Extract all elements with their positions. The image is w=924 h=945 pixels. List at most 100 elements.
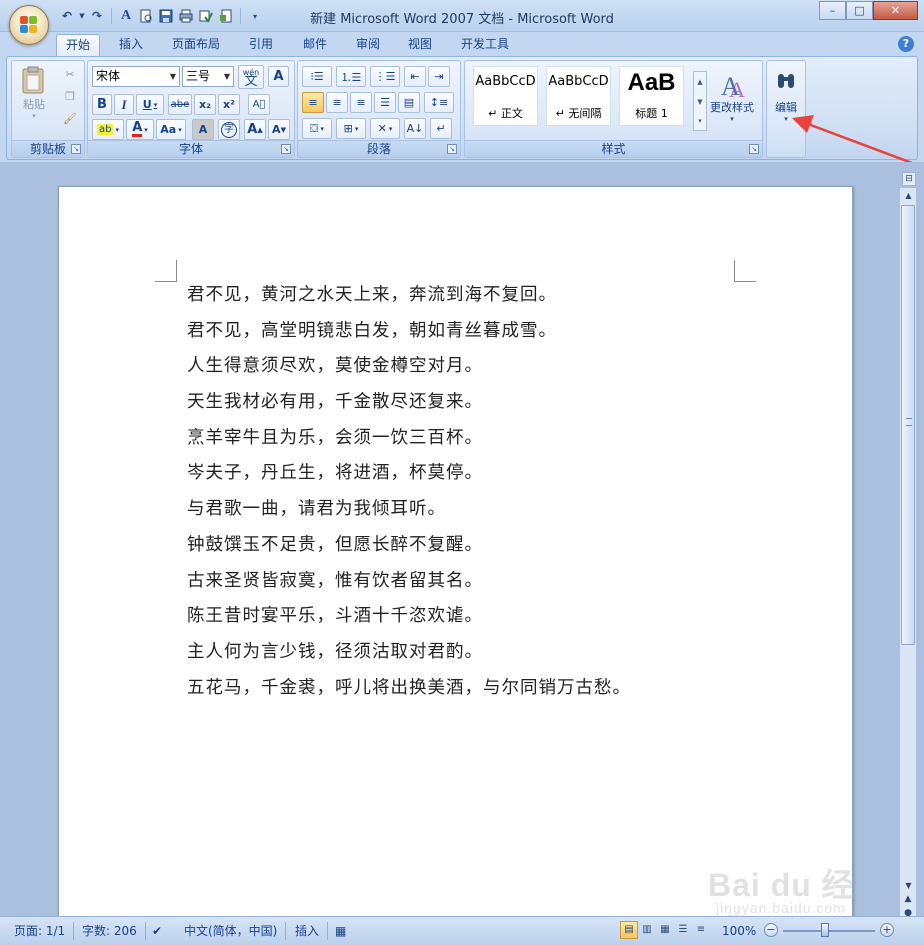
- office-button[interactable]: [9, 5, 49, 45]
- italic-button[interactable]: I: [114, 94, 134, 115]
- bullets-button[interactable]: ⁝☰: [302, 66, 332, 87]
- font-color-button[interactable]: A ▾: [126, 119, 154, 140]
- justify-button[interactable]: ☰: [374, 92, 396, 113]
- font-launcher-icon[interactable]: ↘: [281, 144, 291, 154]
- cut-button[interactable]: ✂: [60, 64, 80, 85]
- chevron-down-icon: ▾: [730, 115, 734, 123]
- font-size-combo[interactable]: 三号 ▼: [182, 66, 234, 87]
- page-count[interactable]: 页面: 1/1: [14, 922, 75, 940]
- tab-view[interactable]: 视图: [399, 34, 441, 56]
- borders-button[interactable]: ⊞ ▾: [336, 118, 366, 139]
- zoom-in-button[interactable]: +: [880, 923, 894, 937]
- vertical-scrollbar[interactable]: ▲ ▼ ▲ ●: [899, 188, 916, 918]
- character-shading-button[interactable]: A: [192, 119, 214, 140]
- align-left-button[interactable]: ≡: [302, 92, 324, 113]
- increase-indent-button[interactable]: ⇥: [428, 66, 450, 87]
- font-name-combo[interactable]: 宋体 ▼: [92, 66, 180, 87]
- tab-home[interactable]: 开始: [56, 34, 101, 56]
- language-indicator[interactable]: 中文(简体，中国): [184, 922, 287, 940]
- zoom-slider-thumb[interactable]: [821, 923, 829, 937]
- sort-button[interactable]: A↓: [404, 118, 426, 139]
- title-bar: ↶ ▼ ↷ A ▾ 新建 Microsoft Word 2007 文档 - Mi…: [0, 0, 924, 32]
- print-layout-view-icon[interactable]: ▤: [620, 921, 638, 939]
- character-border-button[interactable]: A: [268, 66, 289, 87]
- paragraph-group: ⁝☰ ⒈☰ ⋮☰ ⇤ ⇥ ≡ ≡ ≡ ☰ ▤ ↕≡ ⛋ ▾ ⊞ ▾ ✕ ▾ A↓ ↵ …: [297, 60, 461, 158]
- change-case-button[interactable]: Aa ▾: [156, 119, 186, 140]
- increase-indent-icon: ⇥: [434, 70, 444, 83]
- document-body[interactable]: 君不见，黄河之水天上来，奔流到海不复回。 君不见，高堂明镜悲白发，朝如青丝暮成雪…: [187, 284, 631, 712]
- maximize-button[interactable]: □: [846, 1, 873, 20]
- tab-mailings[interactable]: 邮件: [294, 34, 336, 56]
- draft-view-icon[interactable]: ≡: [692, 921, 710, 939]
- ruler-toggle-icon[interactable]: ⊟: [902, 172, 916, 186]
- highlight-button[interactable]: ab ▾: [92, 119, 124, 140]
- format-painter-button[interactable]: 🖌: [60, 108, 80, 129]
- document-page[interactable]: 君不见，黄河之水天上来，奔流到海不复回。 君不见，高堂明镜悲白发，朝如青丝暮成雪…: [58, 186, 853, 926]
- enclose-characters-button[interactable]: 字: [218, 119, 240, 140]
- paste-button[interactable]: 粘贴 ▾: [18, 64, 50, 122]
- distributed-button[interactable]: ▤: [398, 92, 420, 113]
- numbering-button[interactable]: ⒈☰: [336, 66, 366, 87]
- shrink-font-button[interactable]: A ▼: [268, 119, 290, 140]
- grow-font-button[interactable]: A ▲: [244, 119, 266, 140]
- ribbon-tabs: 开始 插入 页面布局 引用 邮件 审阅 视图 开发工具 ?: [0, 32, 924, 56]
- paragraph-mark-icon: ↵: [436, 122, 446, 135]
- format-painter-icon: 🖌: [63, 112, 77, 125]
- tab-insert[interactable]: 插入: [110, 34, 152, 56]
- binoculars-icon: [778, 74, 794, 88]
- style-normal[interactable]: AaBbCcD ↵ 正文: [473, 66, 538, 126]
- scroll-down-icon[interactable]: ▼: [901, 878, 916, 893]
- distributed-icon: ▤: [403, 96, 415, 109]
- help-icon[interactable]: ?: [898, 36, 914, 52]
- tab-page-layout[interactable]: 页面布局: [163, 34, 229, 56]
- text-line: 岑夫子，丹丘生，将进酒，杯莫停。: [187, 463, 483, 484]
- strikethrough-button[interactable]: abe: [168, 94, 192, 115]
- text-line: 君不见，黄河之水天上来，奔流到海不复回。: [187, 285, 557, 305]
- minimize-button[interactable]: –: [819, 1, 846, 20]
- scroll-up-icon[interactable]: ▲: [901, 188, 916, 203]
- clear-formatting-button[interactable]: A⃝: [248, 94, 270, 115]
- zoom-out-button[interactable]: −: [764, 923, 778, 937]
- zoom-slider-track[interactable]: [783, 930, 875, 932]
- proofing-icon[interactable]: ✔: [152, 922, 162, 940]
- align-right-icon: ≡: [356, 96, 366, 109]
- scroll-thumb[interactable]: [901, 205, 915, 645]
- tab-developer[interactable]: 开发工具: [452, 34, 518, 56]
- align-center-icon: ≡: [332, 96, 342, 109]
- previous-page-icon[interactable]: ▲: [903, 894, 913, 904]
- text-line: 与君歌一曲，请君为我倾耳听。: [187, 499, 446, 520]
- align-center-button[interactable]: ≡: [326, 92, 348, 113]
- superscript-button[interactable]: x²: [218, 94, 240, 115]
- align-right-button[interactable]: ≡: [350, 92, 372, 113]
- shading-button[interactable]: ⛋ ▾: [302, 118, 332, 139]
- tab-review[interactable]: 审阅: [347, 34, 389, 56]
- outline-view-icon[interactable]: ☰: [674, 921, 692, 939]
- style-heading-1[interactable]: AaB 标题 1: [619, 66, 684, 126]
- chinese-layout-button[interactable]: ✕ ▾: [370, 118, 400, 139]
- copy-button[interactable]: ❐: [60, 86, 80, 107]
- show-marks-button[interactable]: ↵: [430, 118, 452, 139]
- editing-button[interactable]: 编辑 ▾: [768, 63, 804, 129]
- macro-record-icon[interactable]: ▦: [335, 922, 346, 940]
- word-count[interactable]: 字数: 206: [82, 922, 146, 940]
- close-button[interactable]: ✕: [873, 1, 918, 20]
- phonetic-guide-button[interactable]: wén 文: [238, 65, 264, 89]
- subscript-button[interactable]: x₂: [194, 94, 216, 115]
- multilevel-list-button[interactable]: ⋮☰: [370, 66, 400, 87]
- style-no-spacing[interactable]: AaBbCcD ↵ 无间隔: [546, 66, 611, 126]
- clipboard-launcher-icon[interactable]: ↘: [71, 144, 81, 154]
- full-screen-reading-icon[interactable]: ▥: [638, 921, 656, 939]
- text-line: 钟鼓馔玉不足贵，但愿长醉不复醒。: [187, 534, 483, 555]
- decrease-indent-button[interactable]: ⇤: [404, 66, 426, 87]
- text-line: 君不见，高堂明镜悲白发，朝如青丝暮成雪。: [187, 320, 557, 341]
- line-spacing-button[interactable]: ↕≡: [424, 92, 454, 113]
- paragraph-launcher-icon[interactable]: ↘: [447, 144, 457, 154]
- tab-references[interactable]: 引用: [240, 34, 282, 56]
- change-styles-button[interactable]: AA 更改样式 ▾: [705, 65, 759, 129]
- bold-button[interactable]: B: [92, 94, 112, 115]
- web-layout-icon[interactable]: ▦: [656, 921, 674, 939]
- zoom-level[interactable]: 100%: [722, 922, 756, 940]
- insert-mode[interactable]: 插入: [295, 922, 329, 940]
- underline-button[interactable]: U ▾: [136, 94, 164, 115]
- styles-launcher-icon[interactable]: ↘: [749, 144, 759, 154]
